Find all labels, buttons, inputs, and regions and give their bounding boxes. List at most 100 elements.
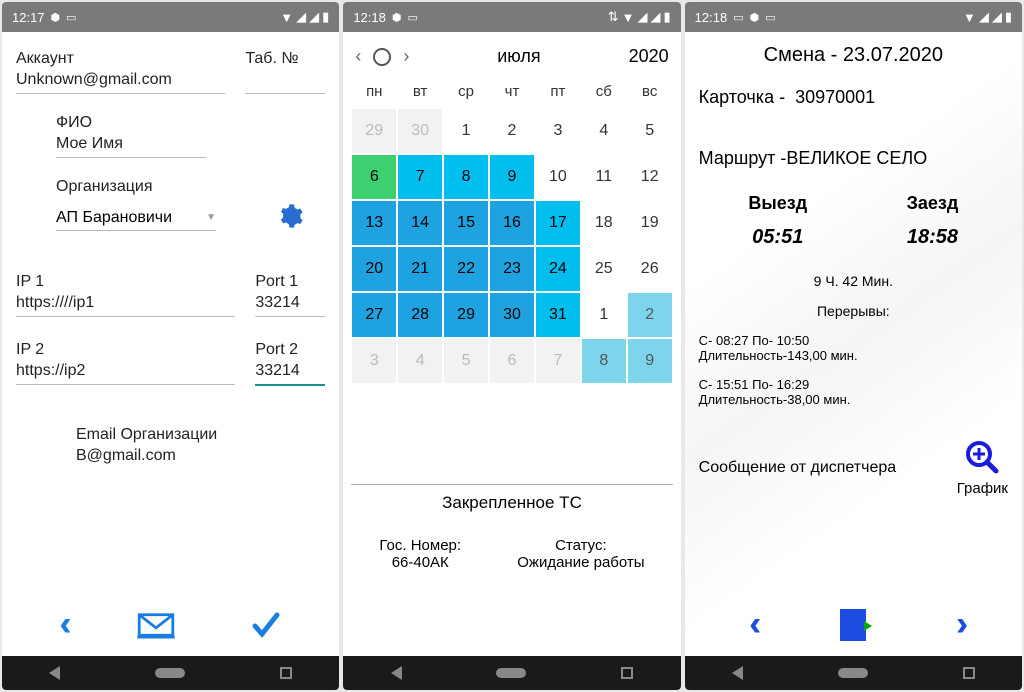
calendar-cell[interactable]: 29 <box>443 292 489 338</box>
calendar-cell[interactable]: 13 <box>351 200 397 246</box>
calendar-cell[interactable]: 16 <box>489 200 535 246</box>
status-bar: 12:18 ⬢ ▭ ⇅ ▼ ◢ ◢ ▮ <box>343 2 680 32</box>
next-month-button[interactable]: › <box>403 46 409 67</box>
nav-bar <box>343 656 680 690</box>
calendar-cell[interactable]: 4 <box>581 108 627 154</box>
shield-icon: ⬢ <box>392 11 402 24</box>
card-value: 30970001 <box>795 87 875 107</box>
screen-account: 12:17 ⬢ ▭ ▼ ◢ ◢ ▮ Аккаунт Unknown@gmail.… <box>2 2 339 690</box>
calendar-cell[interactable]: 30 <box>489 292 535 338</box>
nav-recent-icon[interactable] <box>280 667 292 679</box>
port1-input[interactable]: 33214 <box>255 292 325 317</box>
calendar-cell[interactable]: 9 <box>627 338 673 384</box>
org-value: АП Барановичи <box>56 209 172 227</box>
calendar-icon: ▭ <box>765 11 775 24</box>
calendar-cell[interactable]: 5 <box>443 338 489 384</box>
calendar-cell[interactable]: 22 <box>443 246 489 292</box>
chart-button[interactable] <box>964 439 1000 475</box>
nav-home-icon[interactable] <box>838 668 868 678</box>
org-dropdown[interactable]: АП Барановичи ▼ <box>56 209 216 231</box>
settings-icon[interactable] <box>276 202 304 237</box>
break2-time: С- 15:51 По- 16:29 <box>699 377 1008 392</box>
calendar-cell[interactable]: 17 <box>535 200 581 246</box>
calendar-cell[interactable]: 8 <box>581 338 627 384</box>
calendar-cell[interactable]: 7 <box>535 338 581 384</box>
dow-cell: вс <box>627 83 673 100</box>
calendar-cell[interactable]: 9 <box>489 154 535 200</box>
wifi-icon: ▼ <box>963 10 976 25</box>
calendar-cell[interactable]: 18 <box>581 200 627 246</box>
nav-back-icon[interactable] <box>49 666 60 680</box>
calendar-cell[interactable]: 20 <box>351 246 397 292</box>
calendar-cell[interactable]: 28 <box>397 292 443 338</box>
port2-input[interactable]: 33214 <box>255 360 325 386</box>
calendar-cell[interactable]: 5 <box>627 108 673 154</box>
calendar-cell[interactable]: 4 <box>397 338 443 384</box>
status-time: 12:17 <box>12 10 45 25</box>
break1-duration: Длительность-143,00 мин. <box>699 348 1008 363</box>
fio-input[interactable]: Мое Имя <box>56 133 206 158</box>
calendar-cell[interactable]: 26 <box>627 246 673 292</box>
calendar-cell[interactable]: 24 <box>535 246 581 292</box>
nav-bar <box>2 656 339 690</box>
wifi-icon: ▼ <box>622 10 635 25</box>
calendar-cell[interactable]: 25 <box>581 246 627 292</box>
calendar-cell[interactable]: 12 <box>627 154 673 200</box>
calendar-cell[interactable]: 23 <box>489 246 535 292</box>
tab-input[interactable] <box>245 69 325 94</box>
image-icon: ▭ <box>733 11 743 24</box>
calendar-cell[interactable]: 6 <box>489 338 535 384</box>
calendar-cell[interactable]: 3 <box>535 108 581 154</box>
calendar-cell[interactable]: 7 <box>397 154 443 200</box>
signal-icon: ◢ <box>638 9 648 25</box>
exit-button[interactable] <box>840 609 866 641</box>
calendar-cell[interactable]: 14 <box>397 200 443 246</box>
tab-label: Таб. № <box>245 50 325 68</box>
calendar-cell[interactable]: 21 <box>397 246 443 292</box>
account-label: Аккаунт <box>16 50 225 68</box>
calendar-cell[interactable]: 27 <box>351 292 397 338</box>
calendar-cell[interactable]: 29 <box>351 108 397 154</box>
battery-icon: ▮ <box>664 9 671 25</box>
calendar-cell[interactable]: 11 <box>581 154 627 200</box>
nav-recent-icon[interactable] <box>963 667 975 679</box>
chart-label: График <box>957 480 1008 497</box>
depart-label: Выезд <box>748 193 807 214</box>
nav-home-icon[interactable] <box>155 668 185 678</box>
calendar-cell[interactable]: 3 <box>351 338 397 384</box>
ip2-input[interactable]: https://ip2 <box>16 360 235 385</box>
email-label: Email Организации <box>76 426 325 444</box>
dow-cell: чт <box>489 83 535 100</box>
account-input[interactable]: Unknown@gmail.com <box>16 69 225 94</box>
route-label: Маршрут -ВЕЛИКОЕ СЕЛО <box>699 148 1008 169</box>
nav-recent-icon[interactable] <box>621 667 633 679</box>
mail-button[interactable] <box>137 611 175 639</box>
email-input[interactable]: B@gmail.com <box>76 445 256 469</box>
calendar-cell[interactable]: 15 <box>443 200 489 246</box>
dow-cell: пт <box>535 83 581 100</box>
calendar-cell[interactable]: 1 <box>443 108 489 154</box>
calendar-icon: ▭ <box>407 11 417 24</box>
dow-cell: вт <box>397 83 443 100</box>
ip1-input[interactable]: https:////ip1 <box>16 292 235 317</box>
prev-month-button[interactable]: ‹ <box>355 46 361 67</box>
status-time: 12:18 <box>353 10 386 25</box>
calendar-icon: ▭ <box>66 11 76 24</box>
calendar-cell[interactable]: 2 <box>489 108 535 154</box>
ip1-label: IP 1 <box>16 273 235 291</box>
nav-home-icon[interactable] <box>496 668 526 678</box>
nav-back-icon[interactable] <box>732 666 743 680</box>
today-button[interactable] <box>373 48 391 66</box>
calendar-cell[interactable]: 8 <box>443 154 489 200</box>
calendar-cell[interactable]: 19 <box>627 200 673 246</box>
calendar-cell[interactable]: 31 <box>535 292 581 338</box>
calendar-cell[interactable]: 6 <box>351 154 397 200</box>
calendar-cell[interactable]: 2 <box>627 292 673 338</box>
signal-icon: ◢ <box>651 9 661 25</box>
calendar-cell[interactable]: 30 <box>397 108 443 154</box>
calendar-cell[interactable]: 1 <box>581 292 627 338</box>
confirm-button[interactable] <box>251 610 281 640</box>
nav-back-icon[interactable] <box>391 666 402 680</box>
calendar-cell[interactable]: 10 <box>535 154 581 200</box>
dow-cell: сб <box>581 83 627 100</box>
